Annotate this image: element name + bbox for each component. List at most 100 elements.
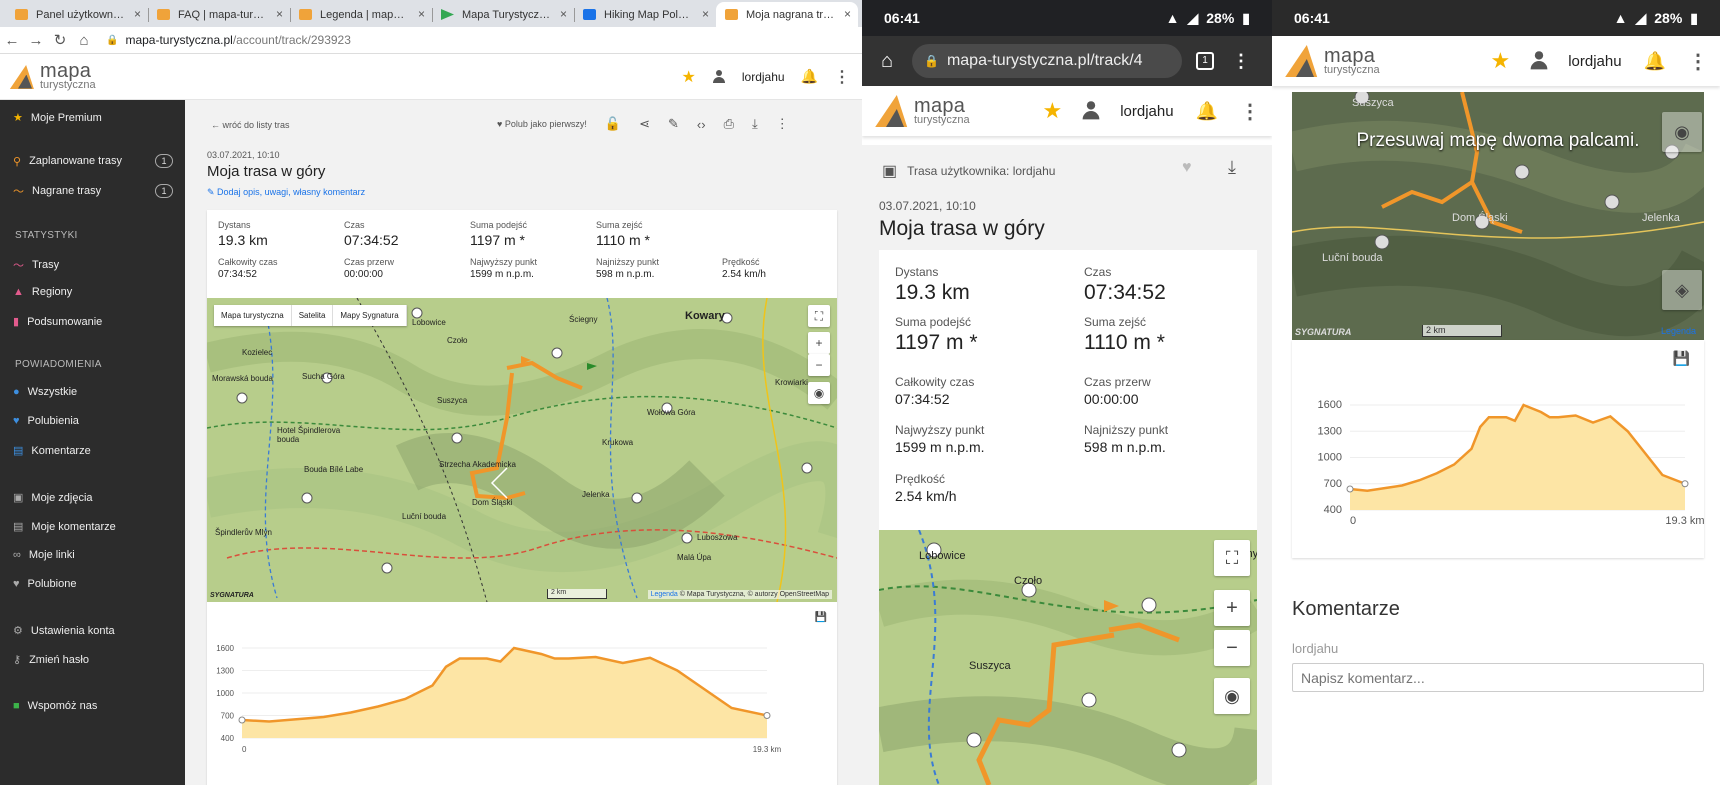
site-logo[interactable]: mapa turystyczna bbox=[9, 61, 96, 91]
close-icon[interactable]: × bbox=[276, 7, 283, 21]
browser-tab[interactable]: Hiking Map Poland on× bbox=[574, 2, 716, 27]
track-map[interactable]: Mapa turystyczna Satelita Mapy Sygnatura… bbox=[207, 298, 837, 602]
more-menu-icon[interactable]: ⋮ bbox=[1232, 51, 1250, 72]
legend-link[interactable]: Legenda bbox=[651, 591, 678, 598]
embed-code-icon[interactable]: ‹› bbox=[697, 117, 706, 132]
save-icon[interactable]: 💾 bbox=[1673, 350, 1690, 367]
save-icon[interactable]: 💾 bbox=[815, 612, 827, 623]
more-menu-icon[interactable]: ⋮ bbox=[1240, 99, 1260, 124]
like-button[interactable]: ♥ Polub jako pierwszy! bbox=[497, 119, 587, 129]
lock-icon[interactable]: 🔓 bbox=[605, 116, 621, 132]
tab-count[interactable]: 1 bbox=[1196, 52, 1214, 70]
home-icon[interactable]: ⌂ bbox=[862, 50, 912, 73]
username[interactable]: lordjahu bbox=[1120, 103, 1173, 120]
start-point bbox=[1346, 485, 1354, 493]
sidebar-item-likes[interactable]: ♥ Polubienia bbox=[13, 415, 173, 427]
desktop-browser: Panel użytkownika | m× FAQ | mapa-turyst… bbox=[0, 0, 862, 785]
close-icon[interactable]: × bbox=[844, 7, 851, 21]
sidebar-item-settings[interactable]: ⚙ Ustawienia konta bbox=[13, 624, 173, 638]
map-layer-satellite[interactable]: Satelita bbox=[292, 305, 334, 326]
map-layer-tabs: Mapa turystyczna Satelita Mapy Sygnatura bbox=[214, 305, 407, 326]
sidebar-item-password[interactable]: ⚷ Zmień hasło bbox=[13, 653, 173, 667]
start-point bbox=[238, 716, 246, 724]
close-icon[interactable]: × bbox=[418, 7, 425, 21]
site-header: mapa turystyczna ★ lordjahu 🔔 ⋮ bbox=[862, 86, 1272, 136]
zoom-out-button[interactable]: − bbox=[808, 354, 830, 376]
close-icon[interactable]: × bbox=[134, 7, 141, 21]
sidebar-item-planned-tracks[interactable]: ⚲ Zaplanowane trasy 1 bbox=[13, 154, 173, 168]
sidebar-item-recorded-tracks[interactable]: 〜 Nagrane trasy 1 bbox=[13, 183, 173, 199]
comment-input[interactable] bbox=[1292, 663, 1704, 692]
layers-icon[interactable]: ◈ bbox=[1662, 270, 1702, 310]
tab-bar: Panel użytkownika | m× FAQ | mapa-turyst… bbox=[0, 0, 862, 27]
back-arrow-icon[interactable]: ← bbox=[0, 32, 24, 49]
print-icon[interactable]: ⎙ bbox=[724, 116, 734, 132]
eye-icon[interactable]: ◉ bbox=[1214, 678, 1250, 714]
close-icon[interactable]: × bbox=[560, 7, 567, 21]
end-point bbox=[1681, 480, 1689, 488]
sidebar-item-regions[interactable]: ▲ Regiony bbox=[13, 286, 173, 298]
more-menu-icon[interactable]: ⋮ bbox=[834, 67, 850, 87]
share-icon[interactable]: ⋖ bbox=[639, 116, 650, 132]
sidebar-item-summary[interactable]: ▮ Podsumowanie bbox=[13, 315, 173, 329]
url-field[interactable]: 🔒 mapa-turystyczna.pl/account/track/2939… bbox=[106, 33, 351, 47]
stat-ascent: Suma podejść 1197 m * bbox=[470, 220, 528, 248]
zoom-in-button[interactable]: + bbox=[1214, 590, 1250, 626]
more-menu-icon[interactable]: ⋮ bbox=[1688, 49, 1708, 74]
more-menu-icon[interactable]: ⋮ bbox=[776, 116, 789, 132]
sidebar-item-comments[interactable]: ▤ Komentarze bbox=[13, 444, 173, 458]
mobile-screen-2: 06:41 ▲ ◢ 28% ▮ mapa turystyczna ★ lordjahu … bbox=[1272, 0, 1720, 785]
sidebar: ★ Moje Premium ⚲ Zaplanowane trasy 1 〜 Nagra… bbox=[0, 100, 185, 785]
track-map[interactable]: Lobowice Czoło Suszyca Ściegny ⛶ + − ◉ bbox=[879, 530, 1257, 785]
bell-icon[interactable]: 🔔 bbox=[1196, 101, 1218, 122]
download-icon[interactable]: ⤓ bbox=[752, 116, 758, 132]
zoom-in-button[interactable]: + bbox=[808, 332, 830, 354]
fullscreen-icon[interactable]: ⛶ bbox=[1214, 540, 1250, 576]
sidebar-item-support[interactable]: ■ Wspomóż nas bbox=[13, 700, 173, 712]
sidebar-item-liked[interactable]: ♥ Polubione bbox=[13, 578, 173, 590]
sidebar-item-tracks[interactable]: 〜 Trasy bbox=[13, 257, 173, 273]
track-map[interactable]: Przesuwaj mapę dwoma palcami. Suszyca Do… bbox=[1292, 92, 1704, 340]
site-logo[interactable]: mapa turystyczna bbox=[875, 95, 970, 127]
x-start-label: 0 bbox=[242, 745, 247, 754]
browser-tab[interactable]: Panel użytkownika | m× bbox=[6, 2, 148, 27]
browser-tab[interactable]: Legenda | mapa-turyst× bbox=[290, 2, 432, 27]
map-layer-sygnatura[interactable]: Mapy Sygnatura bbox=[333, 305, 407, 326]
bell-icon[interactable]: 🔔 bbox=[1644, 51, 1666, 72]
sidebar-item-links[interactable]: ∞ Moje linki bbox=[13, 549, 173, 561]
home-icon[interactable]: ⌂ bbox=[72, 32, 96, 49]
map-canvas[interactable] bbox=[207, 298, 837, 602]
bell-icon[interactable]: 🔔 bbox=[801, 68, 818, 85]
browser-tab[interactable]: FAQ | mapa-turystyczn× bbox=[148, 2, 290, 27]
sidebar-item-all[interactable]: ● Wszystkie bbox=[13, 386, 173, 398]
edit-icon[interactable]: ✎ bbox=[668, 116, 679, 132]
zoom-out-button[interactable]: − bbox=[1214, 630, 1250, 666]
username[interactable]: lordjahu bbox=[742, 70, 785, 84]
site-logo[interactable]: mapa turystyczna bbox=[1285, 45, 1380, 77]
map-layer-tourist[interactable]: Mapa turystyczna bbox=[214, 305, 292, 326]
sidebar-item-premium[interactable]: ★ Moje Premium bbox=[13, 111, 173, 125]
sidebar-item-my-comments[interactable]: ▤ Moje komentarze bbox=[13, 520, 173, 534]
link-icon: ∞ bbox=[13, 549, 21, 561]
eye-icon[interactable]: ◉ bbox=[1662, 112, 1702, 152]
heart-icon[interactable]: ♥ bbox=[1182, 159, 1192, 177]
fullscreen-icon[interactable]: ⛶ bbox=[808, 305, 830, 327]
browser-tab-active[interactable]: Moja nagrana trasa |× bbox=[716, 2, 858, 27]
back-to-list-link[interactable]: ← wróć do listy tras bbox=[211, 120, 290, 130]
forward-arrow-icon[interactable]: → bbox=[24, 32, 48, 49]
user-icon[interactable] bbox=[712, 69, 726, 84]
username[interactable]: lordjahu bbox=[1568, 53, 1621, 70]
add-note-link[interactable]: ✎ Dodaj opis, uwagi, własny komentarz bbox=[207, 187, 365, 198]
url-field[interactable]: 🔒 mapa-turystyczna.pl/track/4 bbox=[912, 44, 1182, 78]
gift-icon: ■ bbox=[13, 700, 20, 712]
reload-icon[interactable]: ↻ bbox=[48, 31, 72, 49]
elevation-chart: 💾 400 700 1000 1300 1600 0 19.3 km bbox=[207, 610, 837, 785]
browser-tab[interactable]: Mapa Turystyczna – Ap× bbox=[432, 2, 574, 27]
user-icon[interactable] bbox=[1529, 51, 1549, 71]
download-icon[interactable]: ⤓ bbox=[1228, 157, 1236, 178]
sidebar-item-photos[interactable]: ▣ Moje zdjęcia bbox=[13, 491, 173, 505]
comments-title: Komentarze bbox=[1292, 598, 1400, 620]
eye-icon[interactable]: ◉ bbox=[808, 382, 830, 404]
close-icon[interactable]: × bbox=[702, 7, 709, 21]
user-icon[interactable] bbox=[1081, 101, 1101, 121]
